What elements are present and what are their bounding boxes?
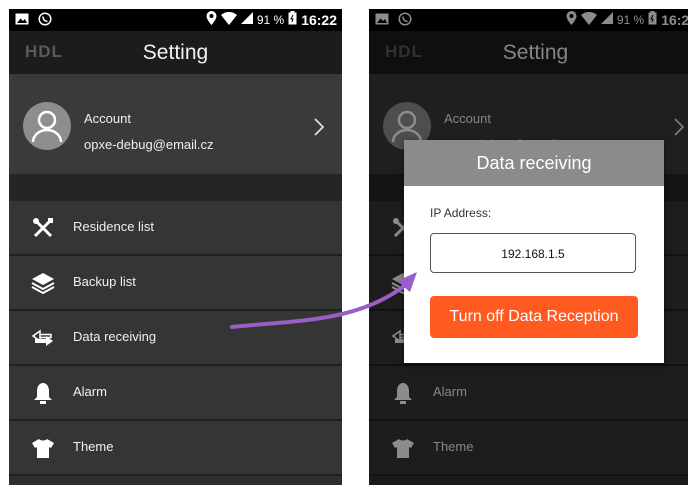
app-bar: HDL Setting — [9, 31, 342, 74]
account-label: Account — [84, 111, 131, 126]
status-bar: 91 % 16:22 — [9, 9, 342, 31]
page-title: Setting — [142, 41, 209, 64]
dialog-title: Data receiving — [404, 140, 664, 186]
ip-address-field[interactable]: 192.168.1.5 — [430, 233, 636, 273]
tools-icon — [31, 216, 55, 240]
user-icon — [23, 102, 71, 150]
settings-menu: Residence list Backup list Data receivin… — [9, 201, 342, 476]
account-row[interactable]: Account opxe-debug@email.cz — [9, 74, 342, 174]
menu-item-data-receiving[interactable]: Data receiving — [9, 311, 342, 366]
account-email: opxe-debug@email.cz — [84, 137, 214, 152]
menu-label: Data receiving — [73, 329, 157, 344]
clock: 16:22 — [301, 11, 337, 28]
ip-address-label: IP Address: — [430, 206, 492, 220]
settings-screen: 91 % 16:22 HDL Setting Account opxe-debu… — [9, 9, 342, 485]
menu-label: Alarm — [73, 384, 107, 399]
shirt-icon — [31, 436, 55, 460]
data-transfer-icon — [31, 326, 55, 350]
wifi-icon — [220, 11, 237, 28]
chevron-right-icon — [314, 118, 325, 141]
menu-item-alarm[interactable]: Alarm — [9, 366, 342, 421]
layers-icon — [31, 271, 55, 295]
battery-percent: 91 % — [256, 12, 285, 27]
menu-label: Residence list — [73, 219, 154, 234]
menu-label: Backup list — [73, 274, 136, 289]
data-receiving-dialog: Data receiving IP Address: 192.168.1.5 T… — [404, 140, 664, 363]
menu-item-theme[interactable]: Theme — [9, 421, 342, 476]
menu-item-residence-list[interactable]: Residence list — [9, 201, 342, 256]
settings-screen-with-dialog: 91 % 16:22 HDL Setting Account opxe-debu… — [369, 9, 688, 485]
turn-off-data-reception-button[interactable]: Turn off Data Reception — [430, 296, 638, 338]
bell-icon — [31, 381, 55, 405]
signal-icon — [240, 12, 253, 27]
section-divider — [9, 174, 342, 201]
menu-label: Theme — [73, 439, 114, 454]
battery-icon — [288, 11, 297, 28]
whatsapp-icon — [38, 12, 52, 29]
location-icon — [206, 11, 217, 28]
menu-item-backup-list[interactable]: Backup list — [9, 256, 342, 311]
image-icon — [15, 13, 29, 28]
